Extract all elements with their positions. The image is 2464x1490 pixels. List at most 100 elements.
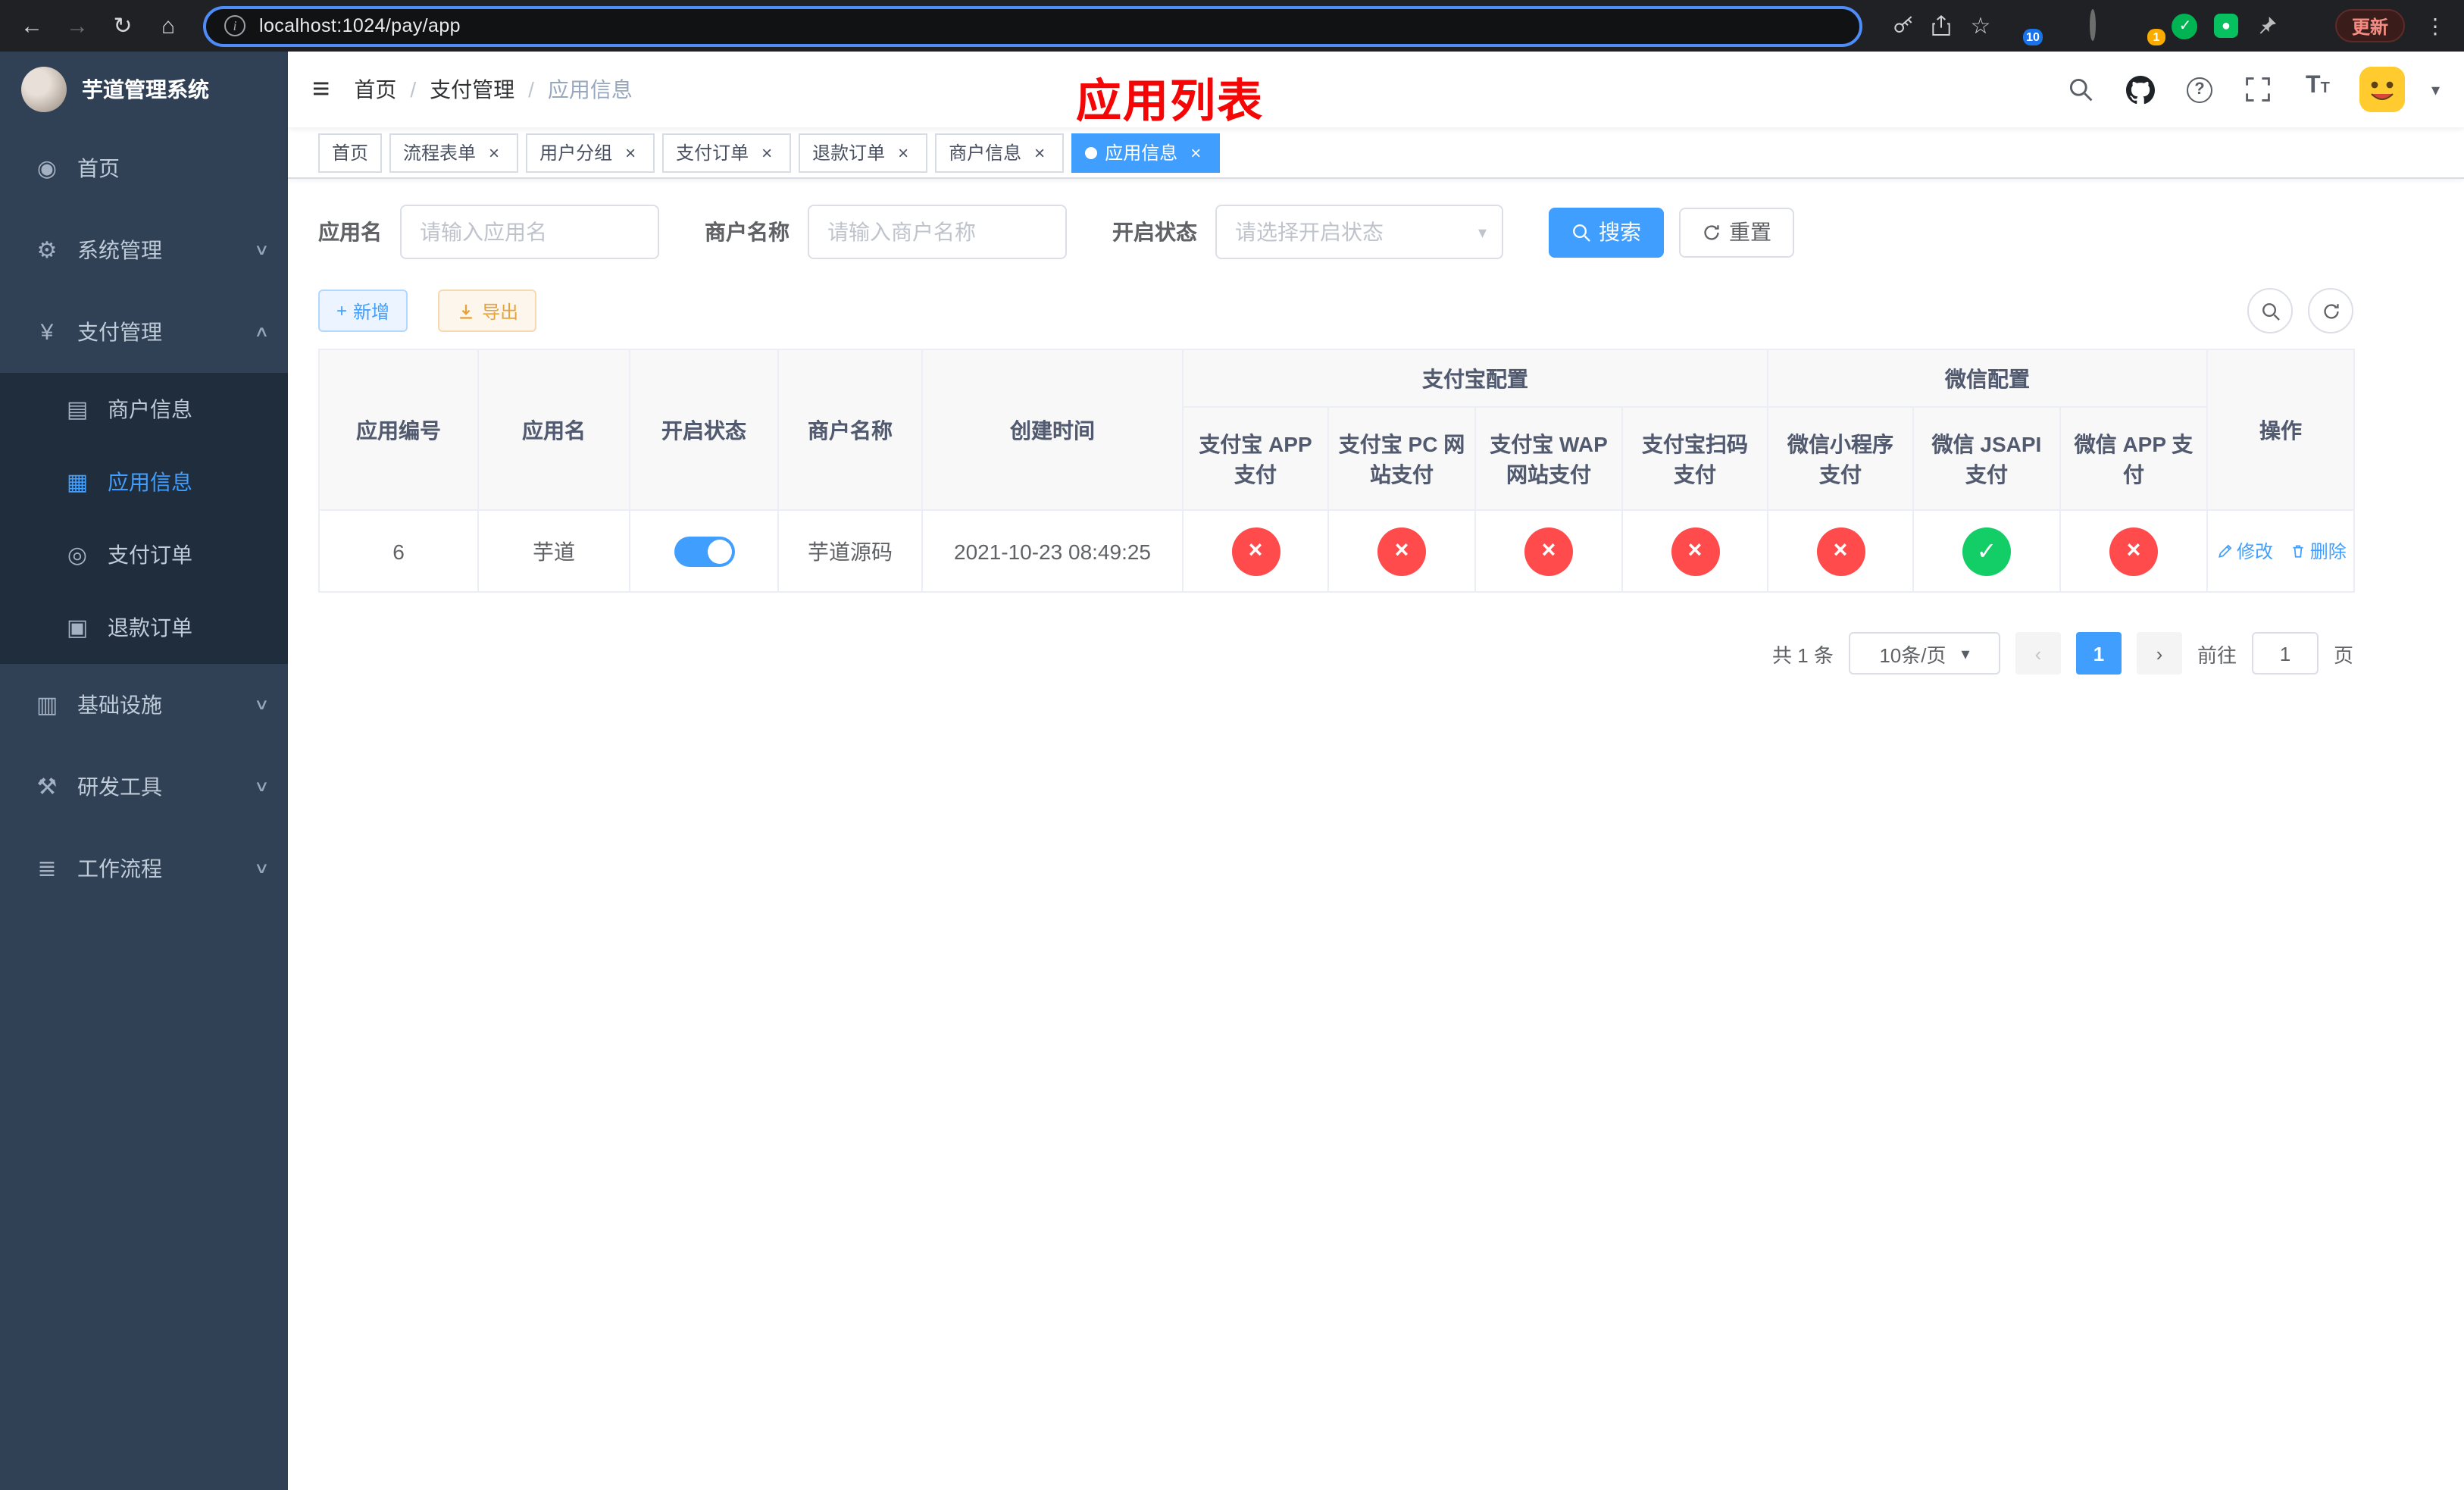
extension-check-icon[interactable]: ✓: [2172, 12, 2199, 39]
main-area: ≡ 首页 / 支付管理 / 应用信息 应用列表 ? T T ▾ 首页 流程表单 …: [288, 52, 2464, 1490]
sidebar-toggle-icon[interactable]: ≡: [312, 74, 330, 105]
search-icon: [2262, 302, 2279, 320]
browser-actions: ☆ 10 1 ✓ ● 更新 ⋮: [1891, 6, 2452, 45]
search-icon: [1573, 224, 1590, 241]
page-size-select[interactable]: 10条/页 ▾: [1848, 632, 2000, 675]
refresh-table-button[interactable]: [2308, 288, 2353, 333]
help-icon[interactable]: ?: [2183, 73, 2216, 106]
extension-grid-icon[interactable]: 10: [2008, 12, 2043, 45]
tab-home[interactable]: 首页: [318, 133, 383, 172]
breadcrumb-separator: /: [528, 77, 534, 102]
extension-avatar-icon[interactable]: 1: [2131, 12, 2165, 45]
extension-chat-icon[interactable]: ●: [2212, 12, 2240, 39]
pagination: 共 1 条 10条/页 ▾ ‹ 1 › 前往 页: [318, 632, 2353, 675]
sidebar-item-payment[interactable]: ¥ 支付管理 ∧: [0, 291, 288, 373]
sidebar-logo[interactable]: 芋道管理系统: [0, 52, 288, 127]
caret-down-icon[interactable]: ▾: [2431, 80, 2440, 99]
delete-button[interactable]: 删除: [2290, 538, 2347, 564]
sidebar-item-app-info[interactable]: ▦ 应用信息: [0, 446, 288, 518]
tab-refund-order[interactable]: 退款订单 ×: [799, 133, 928, 172]
fullscreen-icon[interactable]: [2242, 73, 2275, 106]
tab-process-form[interactable]: 流程表单 ×: [389, 133, 519, 172]
edit-button[interactable]: 修改: [2217, 538, 2273, 564]
browser-reload-button[interactable]: ↻: [103, 6, 142, 45]
close-icon[interactable]: ×: [1185, 142, 1206, 163]
address-bar[interactable]: i localhost:1024/pay/app: [203, 5, 1862, 46]
close-icon[interactable]: ×: [756, 142, 777, 163]
share-icon[interactable]: [1929, 14, 1953, 38]
menu-label: 工作流程: [77, 856, 162, 881]
extension-profile-icon[interactable]: [2294, 12, 2322, 39]
app-name-input[interactable]: [400, 205, 659, 259]
navbar-actions: ? TT ▾: [2065, 67, 2440, 112]
browser-forward-button[interactable]: →: [58, 6, 97, 45]
search-icon[interactable]: [2065, 73, 2098, 106]
export-button[interactable]: 导出: [438, 290, 537, 332]
extension-drop-icon[interactable]: [2049, 12, 2076, 39]
search-button[interactable]: 搜索: [1549, 207, 1664, 257]
toggle-search-button[interactable]: [2247, 288, 2293, 333]
password-key-icon[interactable]: [1891, 14, 1915, 38]
add-button[interactable]: + 新增: [318, 290, 408, 332]
status-label: 开启状态: [1112, 220, 1197, 244]
col-app-id: 应用编号: [318, 349, 479, 511]
col-actions: 操作: [2206, 349, 2355, 511]
tab-label: 支付订单: [676, 142, 749, 164]
dashboard-icon: ◉: [36, 156, 58, 182]
sidebar-item-refund-order[interactable]: ▣ 退款订单: [0, 591, 288, 664]
status-toggle[interactable]: [674, 536, 734, 566]
table-row: 6 芋道 芋道源码 2021-10-23 08:49:25 × × × × × …: [318, 509, 2355, 593]
breadcrumb-payment[interactable]: 支付管理: [430, 74, 514, 105]
user-avatar[interactable]: [2359, 67, 2406, 112]
col-wechat-mini: 微信小程序支付: [1767, 406, 1914, 511]
browser-update-button[interactable]: 更新: [2334, 9, 2405, 42]
close-icon[interactable]: ×: [893, 142, 914, 163]
github-icon[interactable]: [2124, 73, 2157, 106]
page-1-button[interactable]: 1: [2075, 632, 2122, 675]
browser-back-button[interactable]: ←: [12, 6, 52, 45]
page-content: 应用名 商户名称 开启状态 请选择开启状态 ▾ 搜索: [288, 179, 2464, 1490]
active-dot: [1085, 146, 1098, 158]
edit-button-label: 修改: [2237, 541, 2274, 562]
sidebar-item-merchant-info[interactable]: ▤ 商户信息: [0, 373, 288, 446]
close-icon[interactable]: ×: [620, 142, 641, 163]
export-button-label: 导出: [482, 301, 519, 322]
tab-user-group[interactable]: 用户分组 ×: [526, 133, 655, 172]
breadcrumb-home[interactable]: 首页: [354, 74, 396, 105]
extension-dark-icon[interactable]: [2090, 9, 2117, 41]
font-size-icon[interactable]: TT: [2301, 73, 2334, 106]
screen: ← → ↻ ⌂ i localhost:1024/pay/app ☆ 10 1 …: [0, 0, 2464, 1490]
site-info-icon[interactable]: i: [224, 15, 245, 36]
filter-merchant-name: 商户名称: [705, 205, 1067, 259]
status-select[interactable]: 请选择开启状态 ▾: [1215, 205, 1503, 259]
col-alipay-qr: 支付宝扫码支付: [1621, 406, 1768, 511]
next-page-button[interactable]: ›: [2136, 632, 2182, 675]
bookmark-star-icon[interactable]: ☆: [1967, 6, 1994, 45]
close-icon[interactable]: ×: [483, 142, 505, 163]
sidebar-item-pay-order[interactable]: ◎ 支付订单: [0, 518, 288, 591]
sidebar-item-home[interactable]: ◉ 首页: [0, 127, 288, 209]
extension-badge: 1: [2147, 29, 2165, 45]
browser-home-button[interactable]: ⌂: [149, 6, 188, 45]
sidebar-item-dev-tools[interactable]: ⚒ 研发工具 ∨: [0, 746, 288, 828]
menu-label: 应用信息: [108, 470, 192, 494]
card-icon: ▤: [66, 397, 89, 423]
page-label: 页: [2333, 643, 2353, 666]
col-wechat-app: 微信 APP 支付: [2059, 406, 2208, 511]
merchant-name-input[interactable]: [808, 205, 1067, 259]
flow-icon: ≣: [37, 856, 57, 882]
tab-app-info[interactable]: 应用信息 ×: [1071, 133, 1221, 172]
prev-page-button[interactable]: ‹: [2015, 632, 2061, 675]
sidebar-item-infrastructure[interactable]: ▥ 基础设施 ∨: [0, 664, 288, 746]
breadcrumb: 首页 / 支付管理 / 应用信息: [354, 74, 633, 105]
tab-merchant-info[interactable]: 商户信息 ×: [935, 133, 1065, 172]
goto-page-input[interactable]: [2251, 632, 2319, 675]
sidebar-item-workflow[interactable]: ≣ 工作流程 ∨: [0, 828, 288, 909]
tab-pay-order[interactable]: 支付订单 ×: [662, 133, 792, 172]
close-icon[interactable]: ×: [1029, 142, 1050, 163]
reset-button[interactable]: 重置: [1679, 207, 1794, 257]
extension-pin-icon[interactable]: [2253, 12, 2281, 39]
browser-menu-icon[interactable]: ⋮: [2419, 13, 2452, 39]
sidebar-item-system[interactable]: ⚙ 系统管理 ∨: [0, 209, 288, 291]
app-table: 应用编号 应用名 开启状态 商户名称 创建时间 支付宝配置 微信配置 操作 支付…: [318, 349, 2355, 593]
